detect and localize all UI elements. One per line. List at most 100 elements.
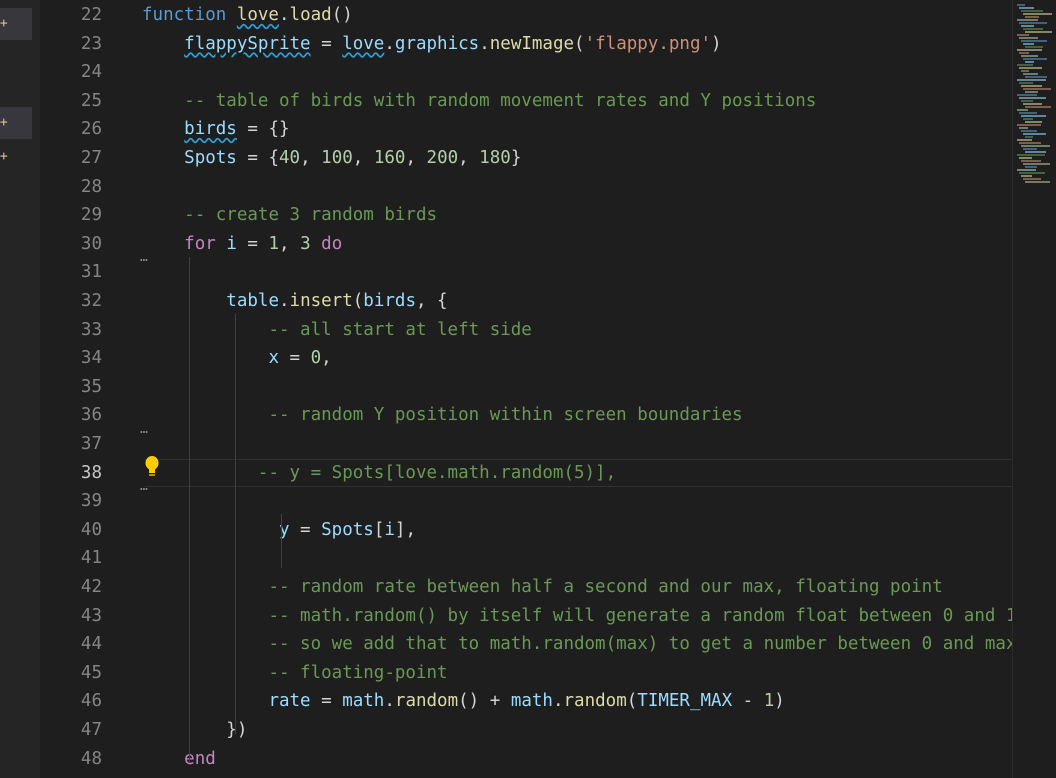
code-text: flappySprite = love.graphics.newImage('f…: [142, 30, 721, 59]
code-line[interactable]: 23 flappySprite = love.graphics.newImage…: [40, 30, 1012, 59]
line-number: 34: [80, 348, 102, 369]
code-line[interactable]: 24: [40, 58, 1012, 87]
ellipsis-icon[interactable]: …: [140, 423, 148, 436]
code-line[interactable]: 36 -- random Y position within screen bo…: [40, 401, 1012, 430]
code-token: i: [226, 233, 237, 254]
code-token: =: [278, 348, 311, 369]
minimap-line: [1025, 31, 1052, 33]
code-line[interactable]: 29 -- create 3 random birds: [40, 201, 1012, 230]
code-token: 40: [279, 148, 301, 168]
minimap-line: [1017, 64, 1033, 66]
code-line[interactable]: 34 x = 0,: [40, 344, 1012, 373]
line-number: 36: [80, 405, 102, 426]
code-token: 160: [373, 148, 406, 168]
ellipsis-icon[interactable]: …: [140, 480, 148, 493]
activity-strip: 9+9+9+: [0, 0, 40, 778]
line-number: 25: [80, 90, 102, 111]
code-token: .: [384, 691, 395, 712]
minimap-line: [1023, 13, 1052, 15]
code-token: 'flappy.png': [584, 33, 712, 54]
code-token: Spots: [321, 519, 374, 540]
minimap-line: [1017, 124, 1041, 126]
indent-guide: [235, 314, 236, 734]
code-token: -- create 3 random birds: [184, 205, 438, 226]
minimap-line: [1025, 16, 1039, 18]
code-line[interactable]: 45 -- floating-point: [40, 659, 1012, 688]
minimap[interactable]: [1012, 0, 1056, 778]
minimap-line: [1025, 61, 1034, 63]
code-token: .: [479, 33, 490, 54]
line-number: 44: [80, 634, 102, 655]
code-text: birds = {}: [142, 115, 289, 144]
code-text: -- random Y position within screen bound…: [142, 401, 742, 430]
code-token: =: [310, 33, 343, 54]
code-line[interactable]: 42 -- random rate between half a second …: [40, 573, 1012, 602]
line-number: 37: [80, 434, 102, 454]
line-number: 48: [80, 748, 102, 769]
code-token: ,: [458, 148, 480, 168]
code-line[interactable]: 27 Spots = {40, 100, 160, 200, 180}: [40, 144, 1012, 173]
code-line[interactable]: 48 end: [40, 745, 1012, 774]
line-number: 35: [80, 376, 102, 397]
minimap-line: [1017, 49, 1042, 51]
code-line[interactable]: 44 -- so we add that to math.random(max)…: [40, 630, 1012, 659]
code-token: ,: [321, 348, 332, 369]
minimap-line: [1021, 100, 1033, 102]
code-token: -- all start at left side: [268, 319, 532, 340]
code-token: graphics: [394, 33, 480, 54]
code-line[interactable]: 35: [40, 373, 1012, 402]
code-editor[interactable]: 22 function love.load() 23 flappySprite = …: [40, 0, 1012, 778]
change-badge[interactable]: 9+: [0, 107, 32, 139]
minimap-line: [1017, 109, 1028, 111]
code-line[interactable]: 25 -- table of birds with random movemen…: [40, 87, 1012, 116]
code-token: do: [310, 233, 343, 254]
code-token: ,: [300, 148, 322, 168]
minimap-line: [1025, 46, 1043, 48]
minimap-line: [1021, 70, 1029, 72]
code-line[interactable]: 33 -- all start at left side: [40, 316, 1012, 345]
code-line[interactable]: 22 function love.load(): [40, 1, 1012, 30]
minimap-line: [1021, 175, 1032, 177]
code-line[interactable]: 31: [40, 258, 1012, 287]
line-number: 45: [80, 662, 102, 683]
code-token: -: [732, 691, 764, 712]
code-token: x: [268, 348, 279, 369]
lightbulb-icon[interactable]: [144, 454, 160, 478]
minimap-line: [1023, 73, 1038, 75]
code-text: for i = 1, 3 do: [142, 230, 342, 259]
code-token: .: [552, 691, 564, 712]
code-line[interactable]: 43 -- math.random() by itself will gener…: [40, 602, 1012, 631]
code-line[interactable]: 37: [40, 430, 1012, 459]
minimap-line: [1019, 67, 1042, 69]
code-text: -- y = Spots[love.math.random(5)],: [142, 459, 616, 488]
minimap-line: [1021, 85, 1042, 87]
code-line[interactable]: 32 table.insert(birds, {: [40, 287, 1012, 316]
ellipsis-icon[interactable]: …: [140, 251, 148, 264]
code-line[interactable]: 47 }): [40, 716, 1012, 745]
code-line[interactable]: 39: [40, 487, 1012, 516]
code-token: (): [331, 5, 353, 25]
minimap-line: [1019, 127, 1028, 129]
code-line[interactable]: 46 rate = math.random() + math.random(TI…: [40, 687, 1012, 716]
code-token: i: [384, 519, 395, 540]
code-line[interactable]: 28: [40, 173, 1012, 202]
code-line[interactable]: 40 y = Spots[i],: [40, 516, 1012, 545]
code-line[interactable]: 41: [40, 544, 1012, 573]
minimap-line: [1019, 7, 1034, 9]
minimap-line: [1023, 163, 1050, 165]
minimap-line: [1019, 142, 1041, 144]
code-token: math: [342, 691, 385, 712]
code-token: table: [226, 291, 279, 311]
code-line[interactable]: 26 birds = {}: [40, 115, 1012, 144]
code-token: for: [184, 233, 227, 254]
change-badge[interactable]: 9+: [0, 8, 32, 40]
code-line[interactable]: 38 -- y = Spots[love.math.random(5)],: [40, 458, 1012, 488]
code-text: x = 0,: [142, 344, 332, 373]
code-line[interactable]: 30 for i = 1, 3 do: [40, 230, 1012, 259]
change-badge[interactable]: 9+: [0, 141, 32, 173]
